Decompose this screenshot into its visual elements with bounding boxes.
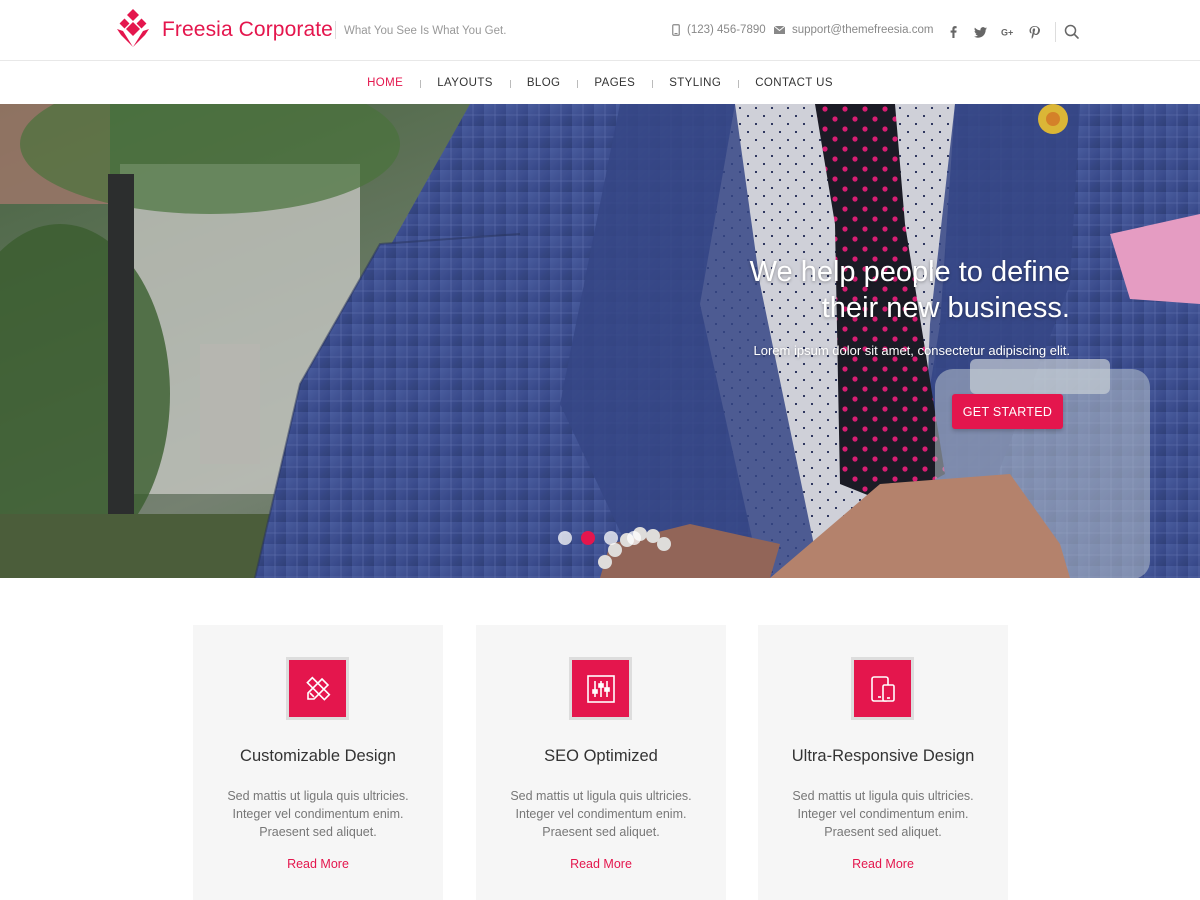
site-tagline: What You See Is What You Get. [344,25,507,37]
facebook-icon[interactable] [940,22,967,42]
hero-heading-line2: their new business. [821,292,1070,324]
social-links: G+ [940,22,1048,42]
feature-description: Sed mattis ut ligula quis ultricies. Int… [792,789,974,839]
google-plus-icon[interactable]: G+ [994,22,1021,42]
hero-slider: We help people to define their new busin… [0,104,1200,578]
read-more-link[interactable]: Read More [758,857,1008,871]
hero-background-image [0,104,1200,578]
site-title[interactable]: Freesia Corporate [162,18,333,42]
slider-pagination [558,531,641,545]
nav-item-home[interactable]: HOME [350,77,420,89]
pencil-ruler-icon [286,657,349,720]
slider-dot-3[interactable] [604,531,618,545]
nav-item-layouts[interactable]: LAYOUTS [420,77,510,89]
features-section: Customizable Design Sed mattis ut ligula… [0,578,1200,900]
feature-card: Ultra-Responsive Design Sed mattis ut li… [758,625,1008,900]
contact-phone: (123) 456-7890 [672,24,766,36]
nav-item-blog[interactable]: BLOG [509,77,578,89]
feature-description: Sed mattis ut ligula quis ultricies. Int… [227,789,409,839]
slider-dot-2[interactable] [581,531,595,545]
slider-dot-4[interactable] [627,531,641,545]
site-header: Freesia Corporate What You See Is What Y… [0,0,1200,61]
sliders-icon [569,657,632,720]
nav-item-pages[interactable]: PAGES [577,77,652,89]
hero-subtitle: Lorem ipsum dolor sit amet, consectetur … [753,343,1070,358]
pinterest-icon[interactable] [1021,22,1048,42]
feature-description: Sed mattis ut ligula quis ultricies. Int… [510,789,692,839]
twitter-icon[interactable] [967,22,994,42]
email-address[interactable]: support@themefreesia.com [792,24,933,36]
hero-heading-line1: We help people to define [749,256,1070,288]
feature-title: Ultra-Responsive Design [791,747,975,765]
contact-email[interactable]: support@themefreesia.com [774,24,933,36]
phone-icon [672,24,680,36]
feature-title: Customizable Design [240,747,396,765]
main-navigation: HOME LAYOUTS BLOG PAGES STYLING CONTACT … [0,61,1200,104]
get-started-button[interactable]: GET STARTED [952,394,1063,429]
social-divider [1055,22,1056,42]
mail-icon [774,26,785,34]
svg-text:G+: G+ [1001,28,1013,38]
slider-dot-1[interactable] [558,531,572,545]
search-icon[interactable] [1063,23,1081,41]
phone-number: (123) 456-7890 [687,24,766,36]
feature-card: Customizable Design Sed mattis ut ligula… [193,625,443,900]
title-divider [335,21,336,39]
feature-title: SEO Optimized [544,747,658,765]
read-more-link[interactable]: Read More [476,857,726,871]
read-more-link[interactable]: Read More [193,857,443,871]
nav-item-contact-us[interactable]: CONTACT US [738,77,850,89]
logo-icon[interactable] [117,9,149,49]
feature-card: SEO Optimized Sed mattis ut ligula quis … [476,625,726,900]
devices-icon [851,657,914,720]
nav-item-styling[interactable]: STYLING [652,77,738,89]
hero-heading: We help people to define their new busin… [550,254,1070,326]
